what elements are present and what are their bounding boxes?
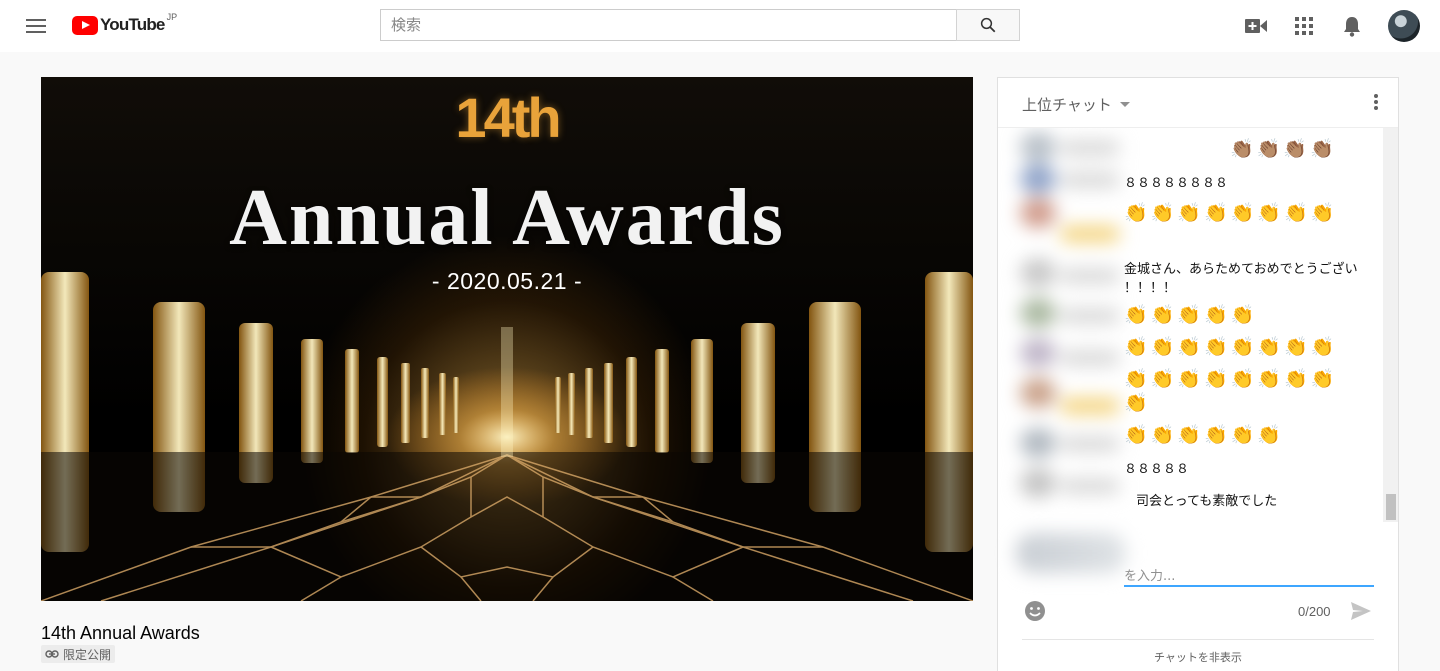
chat-input-area: 0/200 チャットを非表示	[998, 523, 1398, 671]
chat-message: 👏👏👏👏👏👏👏👏	[1124, 202, 1338, 224]
divider	[1022, 639, 1374, 640]
notifications-bell-icon	[1344, 16, 1360, 37]
live-chat-panel: 上位チャット 👏🏽👏🏽👏🏽👏🏽 ８８８８８８８８ 👏👏👏👏👏👏👏👏 金城さん、あ…	[997, 77, 1399, 671]
more-options-icon[interactable]	[1374, 94, 1378, 112]
char-count: 0/200	[1298, 604, 1331, 619]
blurred-authors	[998, 128, 1126, 522]
awards-title: Annual Awards	[229, 174, 785, 262]
link-icon	[45, 650, 59, 658]
chat-mode-label: 上位チャット	[1022, 97, 1112, 114]
awards-date: - 2020.05.21 -	[431, 268, 583, 294]
youtube-logo[interactable]: YouTube JP	[72, 12, 178, 36]
create-video-button[interactable]	[1236, 8, 1276, 44]
account-avatar[interactable]	[1388, 10, 1420, 42]
search-icon	[980, 17, 996, 33]
hide-chat-button[interactable]: チャットを非表示	[998, 649, 1398, 665]
chat-message: 👏👏👏👏👏	[1124, 304, 1258, 326]
chat-mode-dropdown[interactable]: 上位チャット	[1022, 94, 1130, 115]
chat-message: 👏👏👏👏👏👏	[1124, 424, 1284, 446]
header-actions	[1228, 8, 1420, 44]
emoji-icon[interactable]	[1024, 600, 1046, 622]
chevron-down-icon	[1119, 102, 1130, 107]
search-input[interactable]	[380, 9, 956, 41]
chat-message: 👏🏽👏🏽👏🏽👏🏽	[1230, 138, 1337, 160]
search-bar	[380, 9, 1020, 41]
search-button[interactable]	[956, 9, 1020, 41]
chat-scrollbar[interactable]	[1383, 128, 1398, 522]
video-player[interactable]: 14th Annual Awards - 2020.05.21 -	[41, 77, 973, 601]
notifications-button[interactable]	[1332, 8, 1372, 44]
chat-message: 金城さん、あらためておめでとうござい	[1124, 262, 1358, 277]
youtube-play-icon	[72, 15, 98, 35]
chat-message: 司会とっても素敵でした	[1136, 494, 1278, 509]
chat-scrollbar-thumb[interactable]	[1386, 494, 1396, 520]
chat-message: ８８８８８８８８	[1124, 176, 1229, 191]
chat-header: 上位チャット	[998, 78, 1398, 128]
chat-message: ８８８８８	[1124, 462, 1190, 477]
awards-background-art	[41, 272, 973, 601]
chat-message: 👏👏👏👏👏👏👏👏	[1124, 368, 1338, 390]
send-icon[interactable]	[1350, 601, 1372, 621]
chat-message: 👏👏👏👏👏👏👏👏	[1124, 336, 1338, 358]
menu-icon[interactable]	[24, 16, 48, 36]
chat-message-input[interactable]	[1124, 569, 1374, 587]
visibility-badge: 限定公開	[41, 645, 116, 663]
apps-button[interactable]	[1284, 8, 1324, 44]
awards-number: 14th	[455, 86, 561, 149]
blurred-user-name	[1016, 533, 1126, 573]
apps-grid-icon	[1295, 17, 1313, 35]
video-title: 14th Annual Awards	[41, 623, 200, 643]
chat-message: 👏	[1124, 392, 1151, 414]
logo-region: JP	[166, 12, 178, 22]
visibility-label: 限定公開	[63, 647, 112, 662]
chat-messages: 👏🏽👏🏽👏🏽👏🏽 ８８８８８８８８ 👏👏👏👏👏👏👏👏 金城さん、あらためておめで…	[998, 128, 1383, 522]
top-bar: YouTube JP	[0, 0, 1440, 52]
logo-text: YouTube	[100, 15, 165, 34]
chat-message: ！！！！	[1124, 281, 1177, 296]
create-video-icon	[1245, 19, 1267, 33]
